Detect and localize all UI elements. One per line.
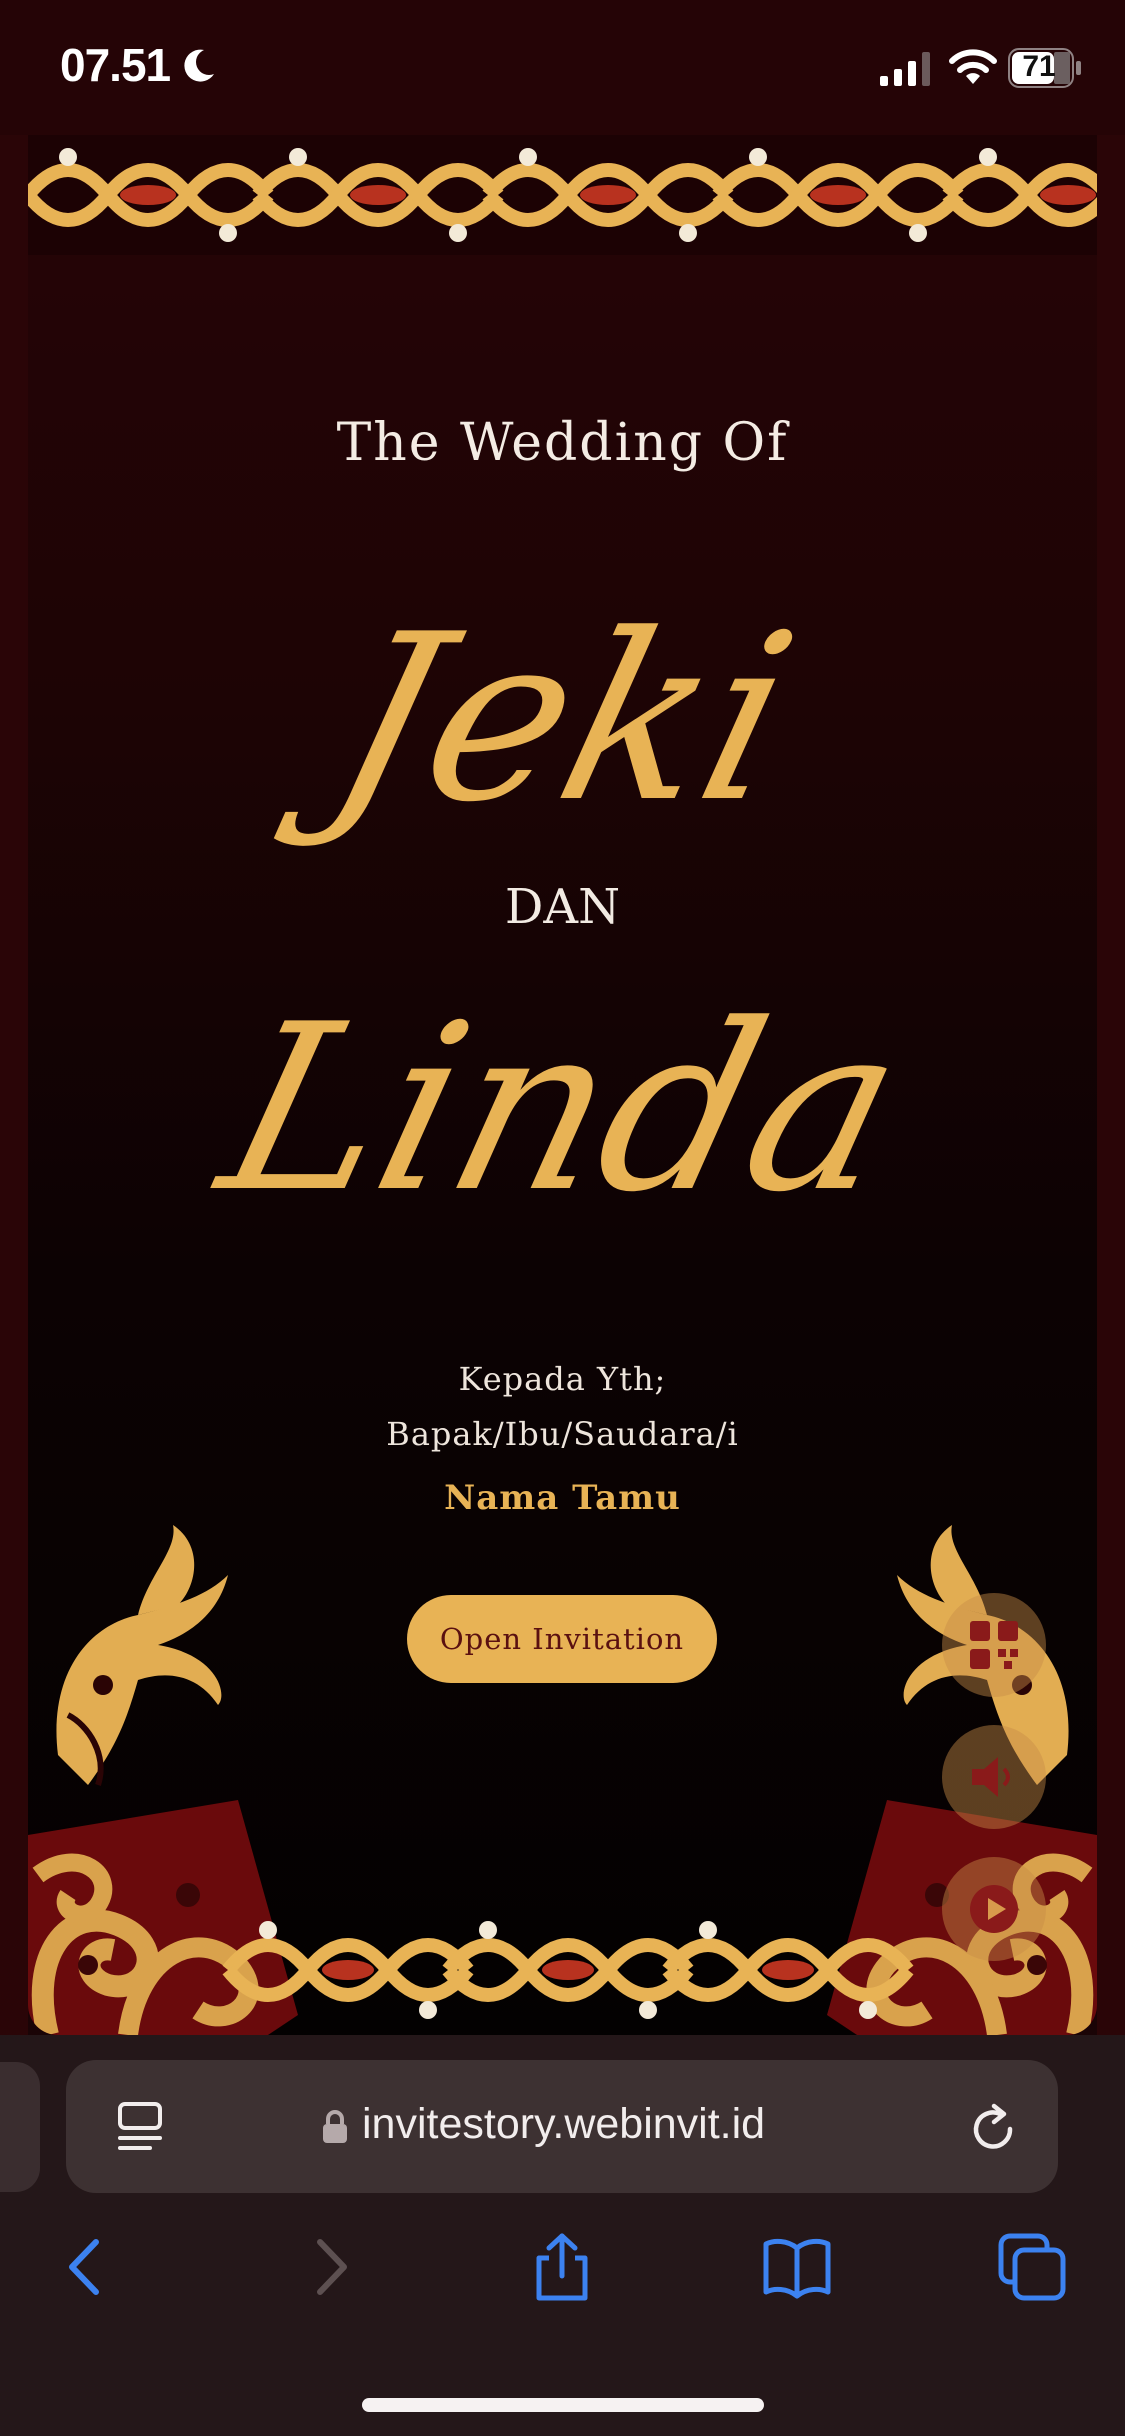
qr-code-button[interactable] — [942, 1593, 1046, 1697]
autoplay-button[interactable] — [942, 1857, 1046, 1961]
home-indicator — [362, 2398, 764, 2412]
bookmarks-icon[interactable] — [762, 2232, 832, 2302]
back-icon[interactable] — [52, 2232, 122, 2302]
page-side-left — [0, 135, 28, 2035]
previous-tab-edge[interactable] — [0, 2062, 40, 2192]
play-icon — [970, 1885, 1018, 1933]
lock-icon — [323, 2110, 347, 2143]
open-invitation-button[interactable]: Open Invitation — [407, 1595, 717, 1683]
address-bar-url[interactable]: invitestory.webinvit.id — [362, 2100, 765, 2149]
groom-name: Jeki — [308, 586, 817, 853]
moon-icon — [184, 49, 214, 82]
reload-icon[interactable] — [964, 2100, 1022, 2158]
page-menu-icon[interactable] — [110, 2098, 170, 2158]
tabs-icon[interactable] — [997, 2232, 1067, 2302]
ornament-border-bottom — [222, 1905, 1097, 2035]
music-toggle-button[interactable] — [942, 1725, 1046, 1829]
status-bar: 07.51 71 — [0, 0, 1125, 135]
page-side-right — [1097, 135, 1125, 2035]
status-time: 07.51 — [60, 39, 171, 91]
cellular-signal-icon — [880, 52, 930, 86]
recipient-title: Bapak/Ibu/Saudara/i — [386, 1415, 739, 1453]
wedding-intro-title: The Wedding Of — [336, 413, 789, 473]
names-conjunction: DAN — [504, 879, 621, 935]
recipient-salutation: Kepada Yth; — [458, 1360, 667, 1398]
share-icon[interactable] — [527, 2232, 597, 2302]
bride-name: Linda — [199, 976, 926, 1243]
invitation-cover: The Wedding Of Jeki DAN Linda Kepada Yth… — [28, 135, 1097, 2035]
speaker-icon — [972, 1757, 1010, 1797]
qr-code-icon — [970, 1621, 1018, 1669]
ornament-border-top — [28, 135, 1097, 255]
wifi-icon — [949, 49, 997, 84]
forward-icon[interactable] — [294, 2232, 364, 2302]
battery-level: 71 — [1022, 50, 1056, 83]
